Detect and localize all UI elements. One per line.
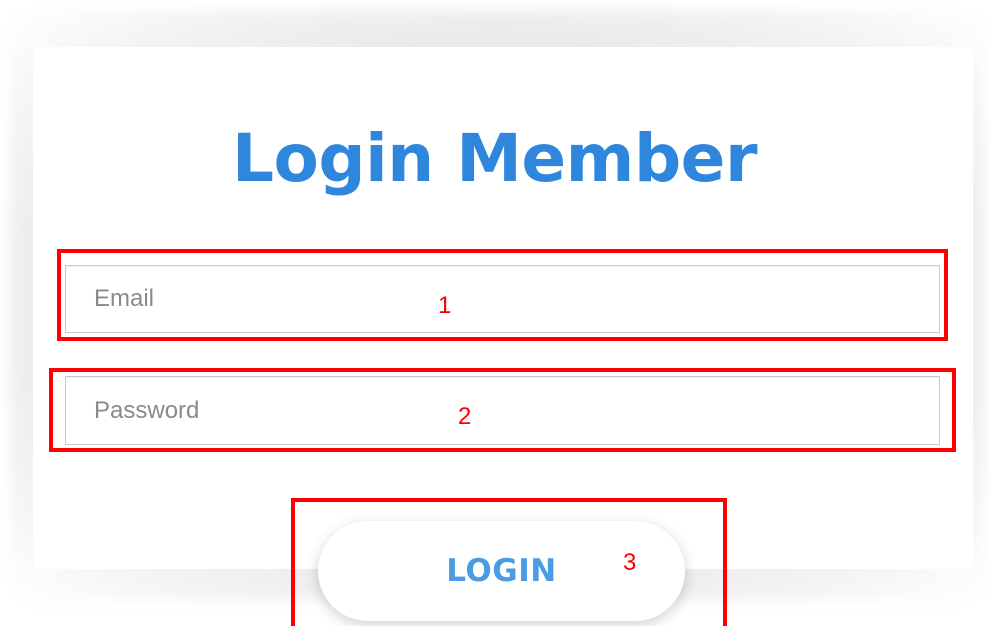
page-title: Login Member [232, 120, 758, 197]
annotation-number-1: 1 [438, 292, 452, 319]
page-stage: Login Member LOGIN 1 2 3 [0, 0, 989, 626]
annotation-box-2 [49, 368, 956, 452]
annotation-box-3 [291, 498, 727, 626]
annotation-number-3: 3 [623, 549, 637, 576]
annotation-box-1 [57, 249, 948, 341]
annotation-number-2: 2 [458, 403, 472, 430]
